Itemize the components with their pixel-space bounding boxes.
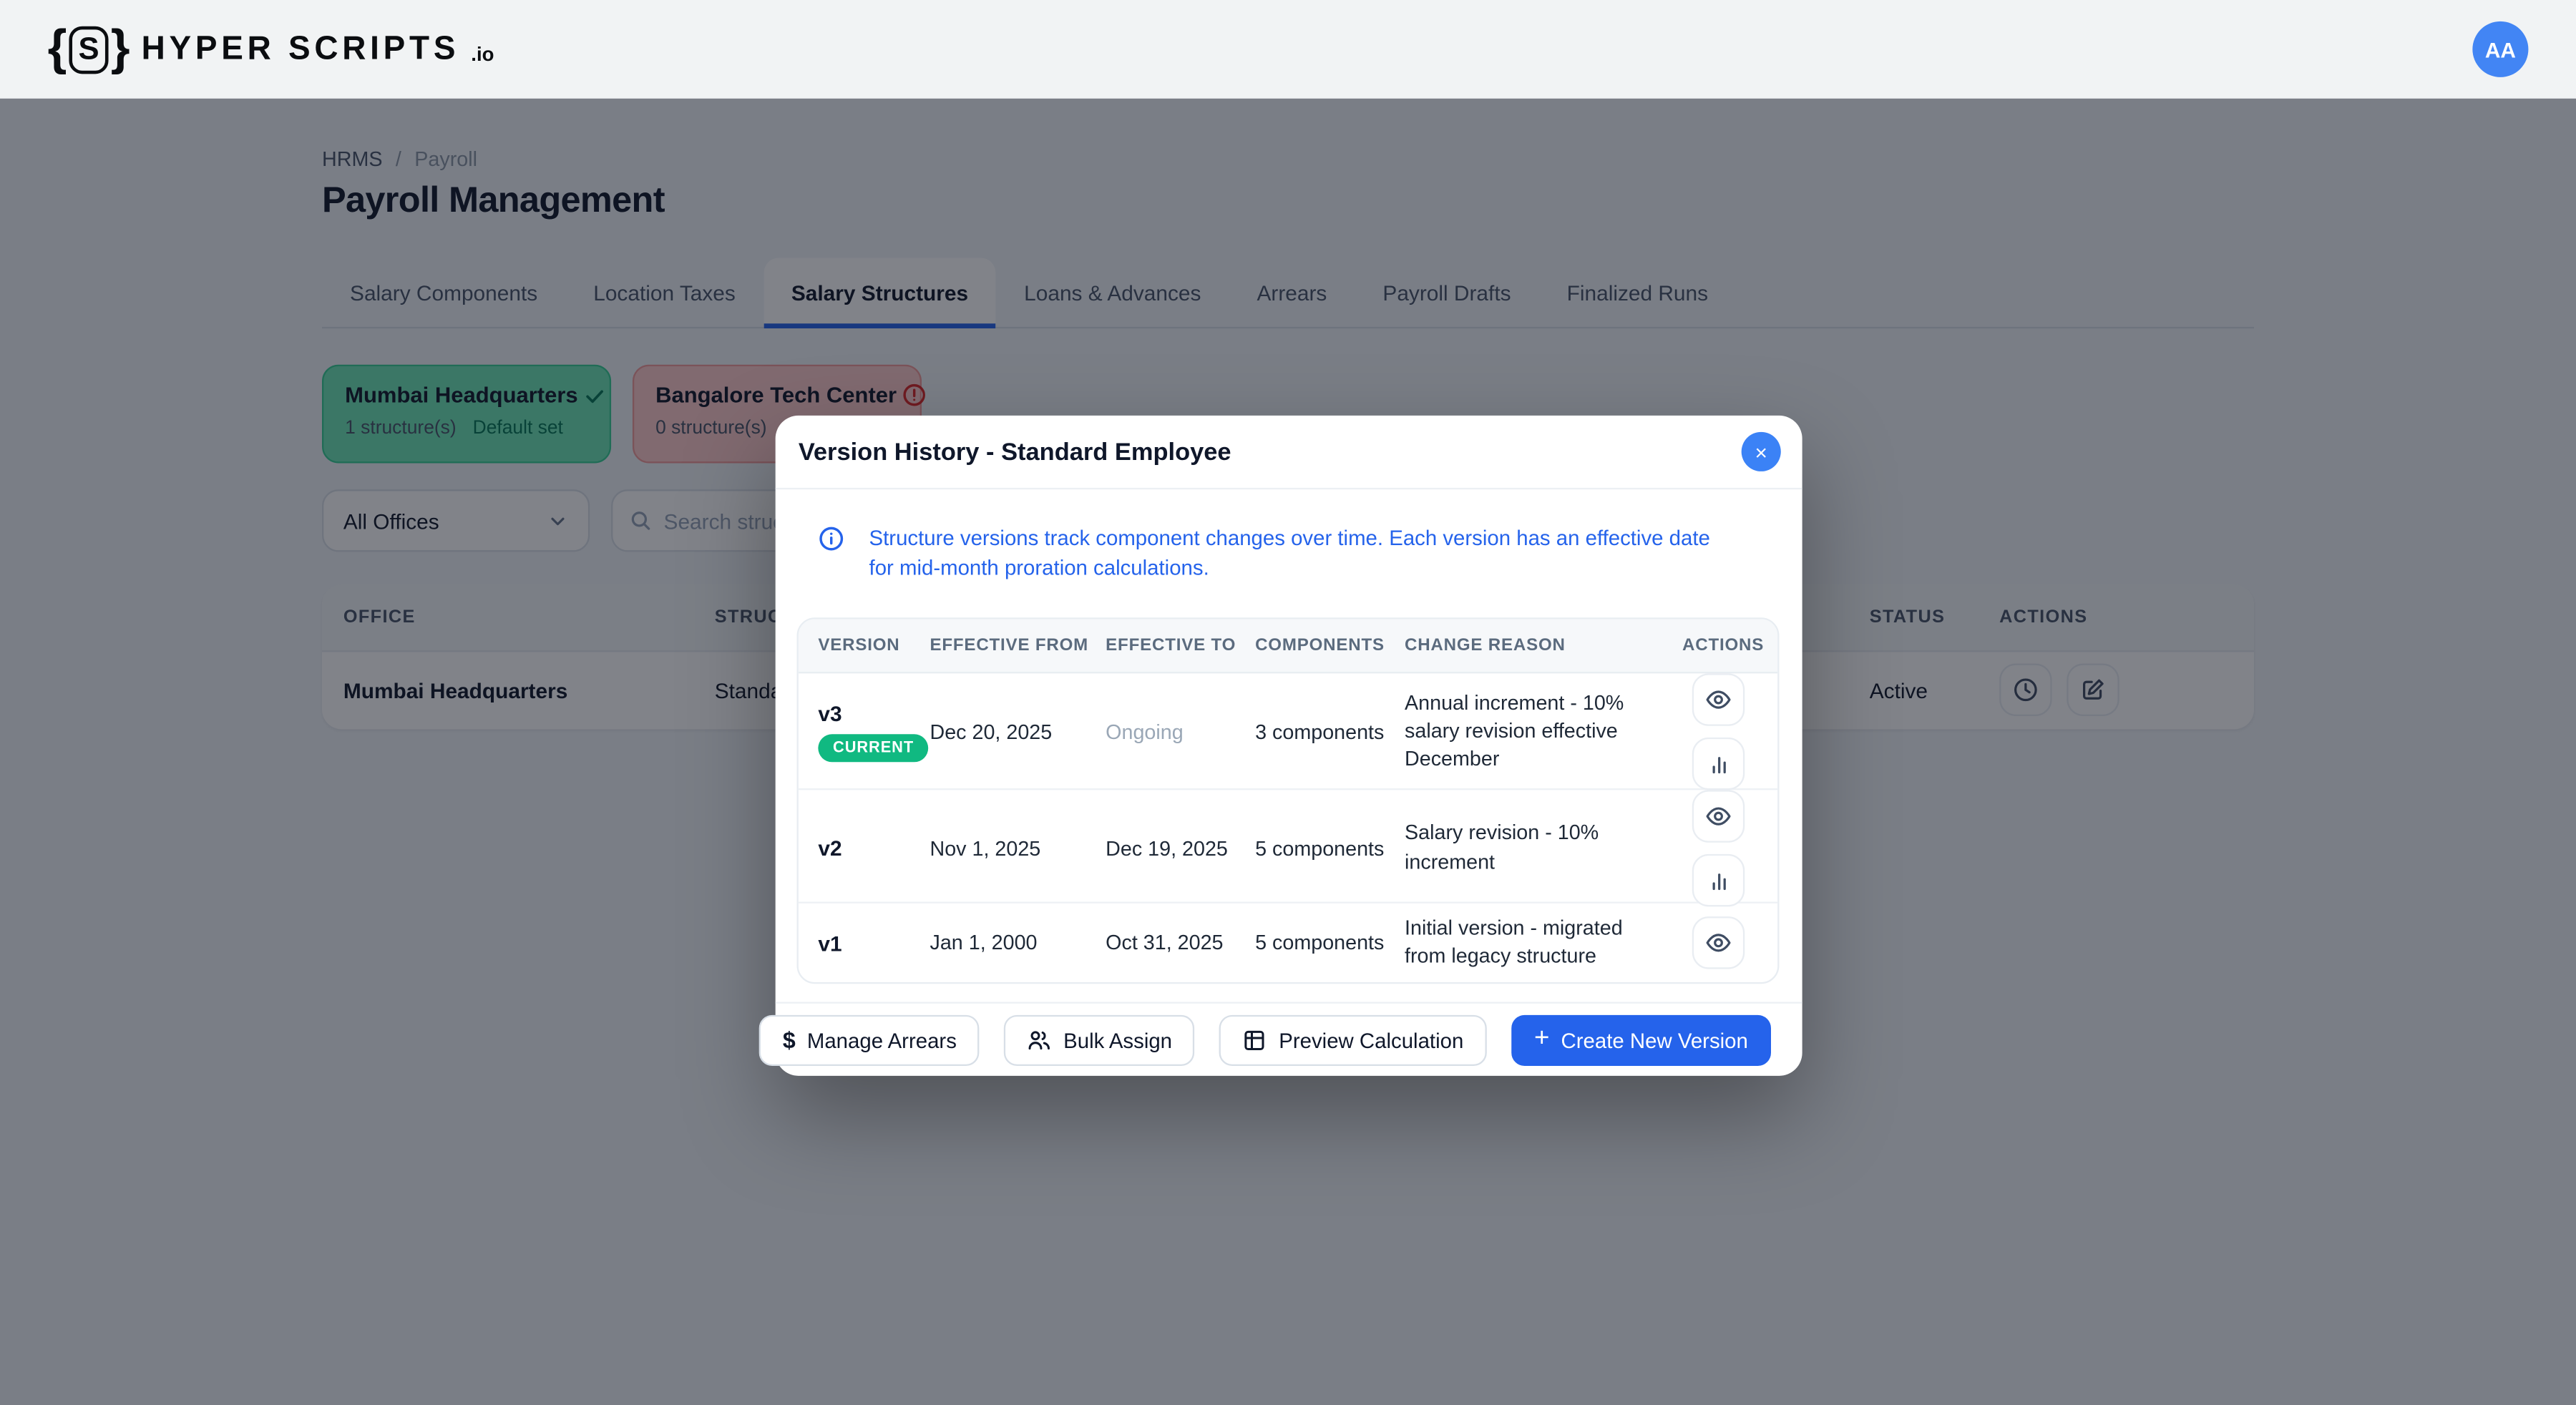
components-count: 3 components (1255, 720, 1405, 743)
change-reason: Salary revision - 10% increment (1405, 820, 1662, 876)
logo-brace-open: { (48, 24, 67, 74)
brand-logo: { S } HYPER SCRIPTS .io (48, 24, 494, 74)
top-bar: { S } HYPER SCRIPTS .io AA (0, 0, 2576, 99)
col-effective-to: EFFECTIVE TO (1106, 636, 1255, 656)
effective-to: Dec 19, 2025 (1106, 837, 1255, 860)
table-grid-icon (1243, 1027, 1267, 1052)
version-row-v3: v3 CURRENT Dec 20, 2025 Ongoing 3 compon… (799, 673, 1777, 790)
effective-to: Ongoing (1106, 720, 1255, 743)
compare-version-button[interactable] (1692, 738, 1745, 790)
effective-from: Jan 1, 2000 (930, 931, 1106, 954)
version-label: v1 (818, 931, 841, 955)
manage-arrears-button[interactable]: $ Manage Arrears (760, 1014, 980, 1065)
version-table-header: VERSION EFFECTIVE FROM EFFECTIVE TO COMP… (799, 620, 1777, 674)
logo-brace-close: } (111, 24, 130, 74)
version-history-modal: Version History - Standard Employee × St… (776, 416, 1802, 1076)
bar-chart-icon (1706, 868, 1730, 892)
current-badge: CURRENT (818, 734, 928, 762)
info-text: Structure versions track component chang… (869, 524, 1714, 581)
create-new-version-button[interactable]: + Create New Version (1511, 1014, 1771, 1065)
version-row-v1: v1 Jan 1, 2000 Oct 31, 2025 5 components… (799, 904, 1777, 982)
brand-logo-mark-icon: { S } (48, 24, 130, 74)
col-components: COMPONENTS (1255, 636, 1405, 656)
col-version: VERSION (799, 636, 930, 656)
bulk-assign-label: Bulk Assign (1063, 1027, 1172, 1052)
eye-icon (1705, 803, 1732, 830)
eye-icon (1705, 687, 1732, 713)
col-change-reason: CHANGE REASON (1405, 636, 1662, 656)
version-row-v2: v2 Nov 1, 2025 Dec 19, 2025 5 components… (799, 790, 1777, 903)
view-version-button[interactable] (1692, 916, 1745, 969)
preview-calculation-button[interactable]: Preview Calculation (1220, 1014, 1487, 1065)
col-actions: ACTIONS (1662, 636, 1779, 656)
compare-version-button[interactable] (1692, 854, 1745, 906)
close-icon: × (1755, 441, 1767, 462)
change-reason: Initial version - migrated from legacy s… (1405, 914, 1662, 971)
version-label: v2 (818, 836, 841, 861)
version-table: VERSION EFFECTIVE FROM EFFECTIVE TO COMP… (797, 617, 1780, 984)
components-count: 5 components (1255, 837, 1405, 860)
effective-from: Dec 20, 2025 (930, 720, 1106, 743)
info-banner: Structure versions track component chang… (776, 489, 1802, 582)
modal-title: Version History - Standard Employee (799, 438, 1231, 466)
close-button[interactable]: × (1742, 432, 1781, 471)
effective-to: Oct 31, 2025 (1106, 931, 1255, 954)
modal-header: Version History - Standard Employee × (776, 416, 1802, 489)
bulk-assign-button[interactable]: Bulk Assign (1004, 1014, 1195, 1065)
version-label: v3 (818, 701, 841, 725)
effective-from: Nov 1, 2025 (930, 837, 1106, 860)
logo-letter: S (69, 26, 109, 74)
users-icon (1028, 1027, 1052, 1052)
payroll-app: { S } HYPER SCRIPTS .io AA HRMS / Payrol… (0, 0, 2576, 1405)
manage-arrears-label: Manage Arrears (807, 1027, 957, 1052)
col-effective-from: EFFECTIVE FROM (930, 636, 1106, 656)
view-version-button[interactable] (1692, 790, 1745, 842)
create-new-version-label: Create New Version (1561, 1027, 1748, 1052)
view-version-button[interactable] (1692, 673, 1745, 725)
eye-icon (1705, 929, 1732, 956)
components-count: 5 components (1255, 931, 1405, 954)
brand-tld: .io (471, 43, 494, 66)
change-reason: Annual increment - 10% salary revision e… (1405, 689, 1662, 774)
dollar-icon: $ (783, 1027, 796, 1053)
plus-icon: + (1534, 1027, 1549, 1053)
user-avatar[interactable]: AA (2472, 21, 2528, 77)
preview-calculation-label: Preview Calculation (1279, 1027, 1463, 1052)
info-icon (818, 524, 844, 581)
modal-footer: $ Manage Arrears Bulk Assign Preview Cal… (776, 1002, 1802, 1076)
bar-chart-icon (1706, 751, 1730, 775)
brand-name: HYPER SCRIPTS (142, 30, 460, 68)
